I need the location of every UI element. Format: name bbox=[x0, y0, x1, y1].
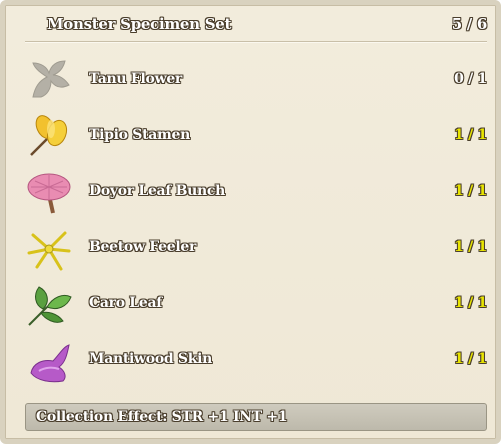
caro-leaf-icon bbox=[25, 281, 73, 329]
list-item-caro-leaf[interactable]: Caro Leaf 1 / 1 bbox=[25, 277, 487, 333]
header-divider bbox=[25, 41, 487, 43]
item-count: 1 / 1 bbox=[454, 351, 487, 367]
item-name: Caro Leaf bbox=[89, 295, 162, 311]
list-item-beetow-feeler[interactable]: Beetow Feeler 1 / 1 bbox=[25, 221, 487, 277]
tipio-stamen-icon bbox=[25, 113, 73, 161]
collection-title: Monster Specimen Set bbox=[47, 15, 232, 33]
item-name: Tanu Flower bbox=[89, 71, 183, 87]
item-name: Beetow Feeler bbox=[89, 239, 197, 255]
doyor-leaf-bunch-icon bbox=[25, 169, 73, 217]
list-item-tipio-stamen[interactable]: Tipio Stamen 1 / 1 bbox=[25, 109, 487, 165]
collection-progress: 5 / 6 bbox=[451, 15, 488, 33]
specimen-list: Tanu Flower 0 / 1 Tipio Stamen 1 / 1 Doy… bbox=[25, 53, 487, 389]
list-item-tanu-flower[interactable]: Tanu Flower 0 / 1 bbox=[25, 53, 487, 109]
mantiwood-skin-icon bbox=[25, 337, 73, 385]
item-name: Mantiwood Skin bbox=[89, 351, 213, 367]
list-item-mantiwood-skin[interactable]: Mantiwood Skin 1 / 1 bbox=[25, 333, 487, 389]
item-name: Doyor Leaf Bunch bbox=[89, 183, 226, 199]
item-count: 1 / 1 bbox=[454, 239, 487, 255]
collection-effect-bar: Collection Effect: STR +1 INT +1 bbox=[25, 403, 487, 431]
item-count: 0 / 1 bbox=[454, 71, 487, 87]
beetow-feeler-icon bbox=[25, 225, 73, 273]
list-item-doyor-leaf-bunch[interactable]: Doyor Leaf Bunch 1 / 1 bbox=[25, 165, 487, 221]
item-count: 1 / 1 bbox=[454, 183, 487, 199]
tanu-flower-icon bbox=[25, 57, 73, 105]
collection-effect-text: Collection Effect: STR +1 INT +1 bbox=[36, 409, 288, 425]
item-name: Tipio Stamen bbox=[89, 127, 191, 143]
item-count: 1 / 1 bbox=[454, 295, 487, 311]
item-count: 1 / 1 bbox=[454, 127, 487, 143]
collection-header: Monster Specimen Set 5 / 6 bbox=[25, 11, 487, 41]
collection-panel: Monster Specimen Set 5 / 6 Tanu Flower 0… bbox=[0, 0, 501, 444]
